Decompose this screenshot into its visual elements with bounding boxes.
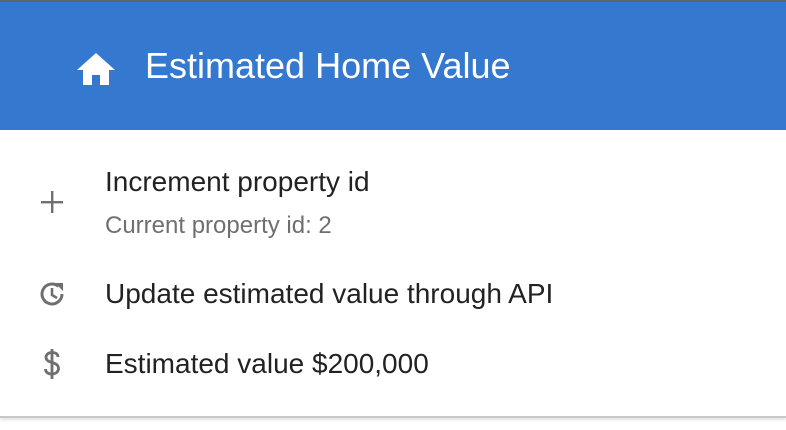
app-title: Estimated Home Value xyxy=(145,45,511,86)
page: Estimated Home Value Increment property … xyxy=(0,0,786,430)
app-bar: Estimated Home Value xyxy=(0,0,786,130)
menu-card: Increment property id Current property i… xyxy=(0,130,786,418)
estimated-value-text: Estimated value $200,000 xyxy=(105,348,429,379)
estimated-value-item: Estimated value $200,000 xyxy=(0,130,786,416)
dollar-icon xyxy=(36,348,68,380)
home-icon xyxy=(76,52,116,86)
